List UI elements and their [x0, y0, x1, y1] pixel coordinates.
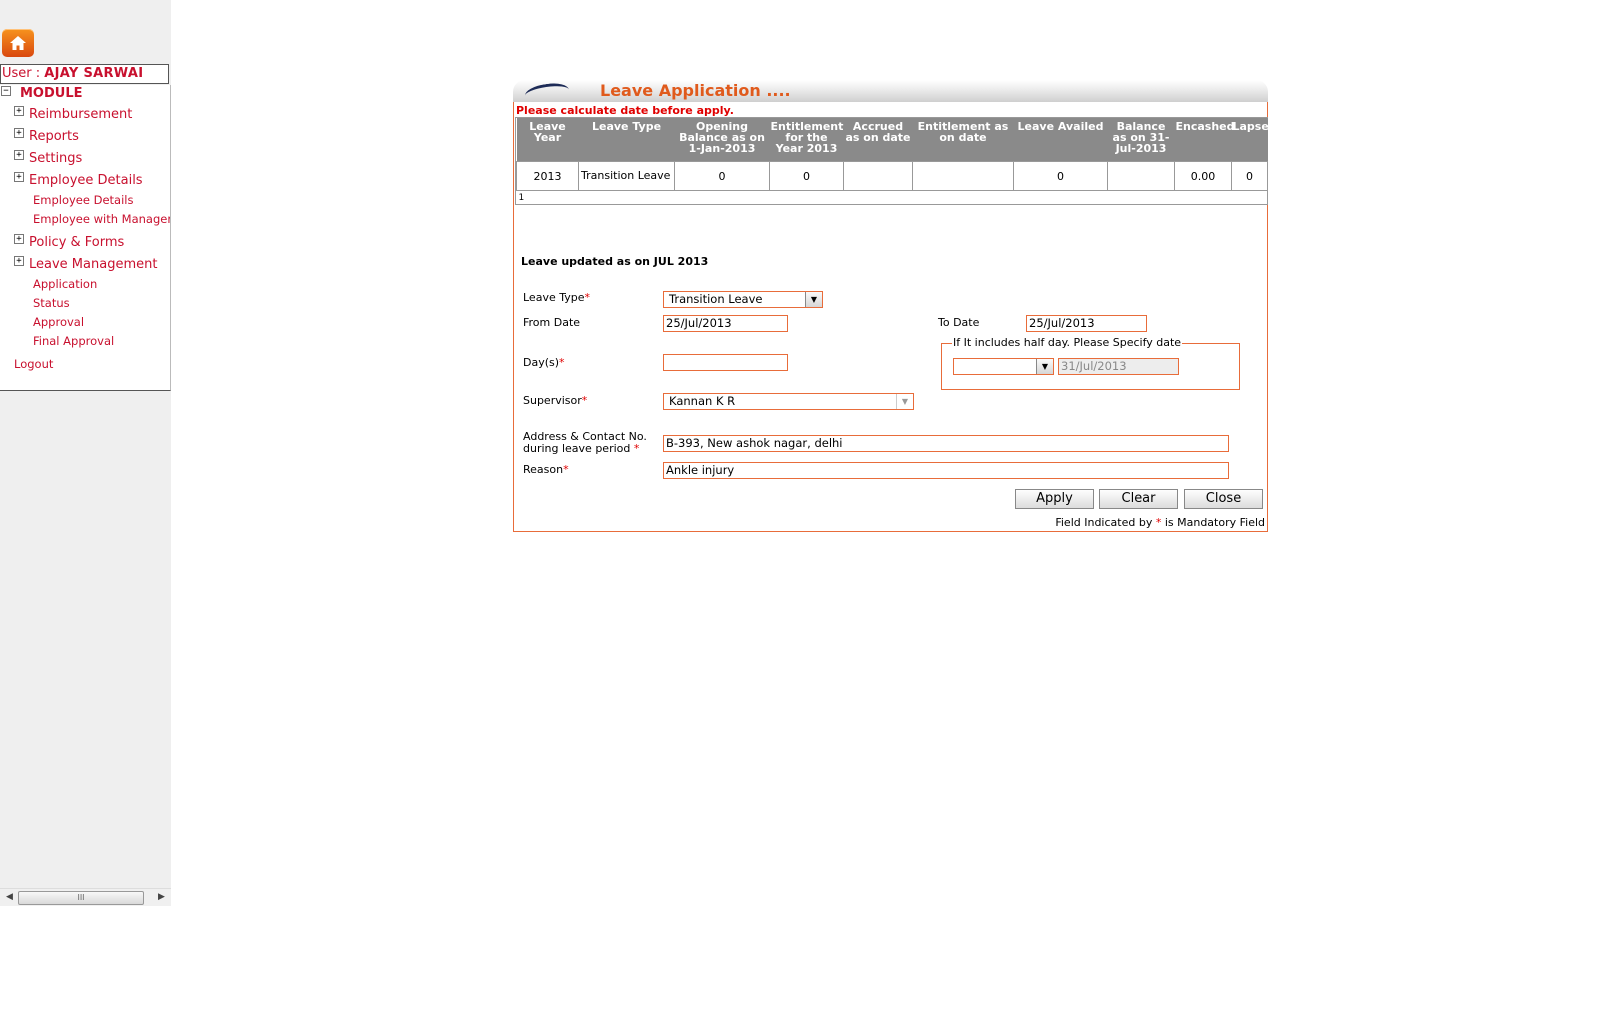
leave-application-panel: Please calculate date before apply. Leav…	[513, 102, 1269, 532]
address-label: Address & Contact No. during leave perio…	[523, 430, 647, 455]
table-cell	[1107, 161, 1175, 191]
halfday-select[interactable]: ▼	[953, 358, 1054, 375]
panel-header: Leave Application ....	[513, 80, 1268, 104]
chevron-down-icon[interactable]: ▼	[1036, 359, 1053, 374]
clear-button[interactable]: Clear	[1099, 489, 1178, 509]
reason-label: Reason*	[523, 463, 569, 476]
tree-leaf-employee-details[interactable]: Employee Details	[33, 193, 133, 207]
leave-type-label: Leave Type*	[523, 291, 590, 304]
table-cell: 0	[769, 161, 844, 191]
from-date-input[interactable]: 25/Jul/2013	[663, 315, 788, 332]
expand-icon[interactable]: +	[14, 172, 24, 182]
table-cell: 0	[1231, 161, 1268, 191]
halfday-date-input[interactable]: 31/Jul/2013	[1058, 358, 1179, 375]
home-icon	[10, 36, 26, 50]
user-info: User : AJAY SARWAI	[0, 64, 169, 84]
col-header: Entitlement as on date	[912, 118, 1014, 162]
tree-leaf-approval[interactable]: Approval	[33, 315, 84, 329]
supervisor-label: Supervisor*	[523, 394, 588, 407]
days-input[interactable]	[663, 354, 788, 371]
tree-leaf-status[interactable]: Status	[33, 296, 70, 310]
mandatory-note: Field Indicated by * is Mandatory Field	[1055, 516, 1265, 529]
reason-input[interactable]: Ankle injury	[663, 462, 1229, 479]
days-label: Day(s)*	[523, 356, 565, 369]
leave-type-value: Transition Leave	[669, 292, 763, 306]
table-row: 2013 Transition Leave 0 0 0 0.00 0	[516, 161, 1268, 191]
calculate-warning: Please calculate date before apply.	[516, 104, 734, 117]
tree-item-leave-management[interactable]: Leave Management	[29, 257, 157, 272]
address-input[interactable]: B-393, New ashok nagar, delhi	[663, 435, 1229, 452]
col-header: Leave Type	[578, 118, 675, 162]
collapse-icon[interactable]: −	[1, 86, 11, 96]
leave-balance-grid: Leave Year Leave Type Opening Balance as…	[515, 117, 1269, 205]
col-header: Lapse	[1231, 118, 1269, 162]
apply-button[interactable]: Apply	[1015, 489, 1094, 509]
user-label: User :	[2, 66, 41, 81]
logout-link[interactable]: Logout	[14, 357, 53, 371]
home-button[interactable]	[2, 29, 34, 57]
expand-icon[interactable]: +	[14, 106, 24, 116]
expand-icon[interactable]: +	[14, 150, 24, 160]
col-header: Leave Availed	[1013, 118, 1108, 162]
supervisor-select[interactable]: Kannan K R ▼	[663, 393, 914, 410]
scroll-left-icon[interactable]: ◀	[6, 892, 13, 902]
tree-item-policy-forms[interactable]: Policy & Forms	[29, 235, 124, 250]
expand-icon[interactable]: +	[14, 234, 24, 244]
tree-item-reimbursement[interactable]: Reimbursement	[29, 107, 132, 122]
tree-item-settings[interactable]: Settings	[29, 151, 82, 166]
table-cell: 0.00	[1174, 161, 1232, 191]
halfday-fieldset: If It includes half day. Please Specify …	[941, 336, 1240, 390]
header-swoosh-icon	[524, 81, 570, 104]
from-date-label: From Date	[523, 316, 581, 329]
table-cell: 2013	[516, 161, 579, 191]
tree-item-reports[interactable]: Reports	[29, 129, 79, 144]
table-cell: Transition Leave	[578, 161, 675, 191]
tree-item-employee-details[interactable]: Employee Details	[29, 173, 143, 188]
tree-leaf-final-approval[interactable]: Final Approval	[33, 334, 114, 348]
module-tree: − MODULE + Reimbursement + Reports + Set…	[0, 85, 171, 391]
to-date-input[interactable]: 25/Jul/2013	[1026, 315, 1147, 332]
chevron-down-icon[interactable]: ▼	[805, 292, 822, 307]
grid-header-row: Leave Year Leave Type Opening Balance as…	[516, 118, 1269, 162]
col-header: Entitlement for the Year 2013	[769, 118, 844, 162]
tree-leaf-application[interactable]: Application	[33, 277, 97, 291]
scroll-right-icon[interactable]: ▶	[158, 892, 165, 902]
col-header: Accrued as on date	[843, 118, 913, 162]
col-header: Opening Balance as on 1-Jan-2013	[674, 118, 770, 162]
table-cell: 0	[1013, 161, 1108, 191]
tree-leaf-employee-with-manager[interactable]: Employee with Manager	[33, 212, 170, 226]
sidebar: User : AJAY SARWAI − MODULE + Reimbursem…	[0, 0, 171, 906]
user-name: AJAY SARWAI	[44, 66, 144, 81]
leave-type-select[interactable]: Transition Leave ▼	[663, 291, 823, 308]
to-date-label: To Date	[938, 316, 980, 329]
page-title: Leave Application ....	[600, 81, 791, 100]
col-header: Balance as on 31-Jul-2013	[1107, 118, 1175, 162]
expand-icon[interactable]: +	[14, 128, 24, 138]
table-cell	[912, 161, 1014, 191]
sidebar-horizontal-scrollbar[interactable]: ◀ III ▶	[0, 888, 171, 906]
leave-updated-label: Leave updated as on JUL 2013	[521, 255, 709, 268]
scroll-thumb[interactable]: III	[18, 891, 144, 905]
grid-pager[interactable]: 1	[516, 190, 1268, 204]
halfday-legend: If It includes half day. Please Specify …	[952, 336, 1183, 349]
col-header: Encashed	[1174, 118, 1235, 162]
module-root[interactable]: MODULE	[20, 86, 83, 101]
col-header: Leave Year	[516, 118, 579, 162]
table-cell: 0	[674, 161, 770, 191]
table-cell	[843, 161, 913, 191]
chevron-down-icon[interactable]: ▼	[896, 394, 913, 409]
close-button[interactable]: Close	[1184, 489, 1263, 509]
supervisor-value: Kannan K R	[669, 394, 736, 408]
expand-icon[interactable]: +	[14, 256, 24, 266]
